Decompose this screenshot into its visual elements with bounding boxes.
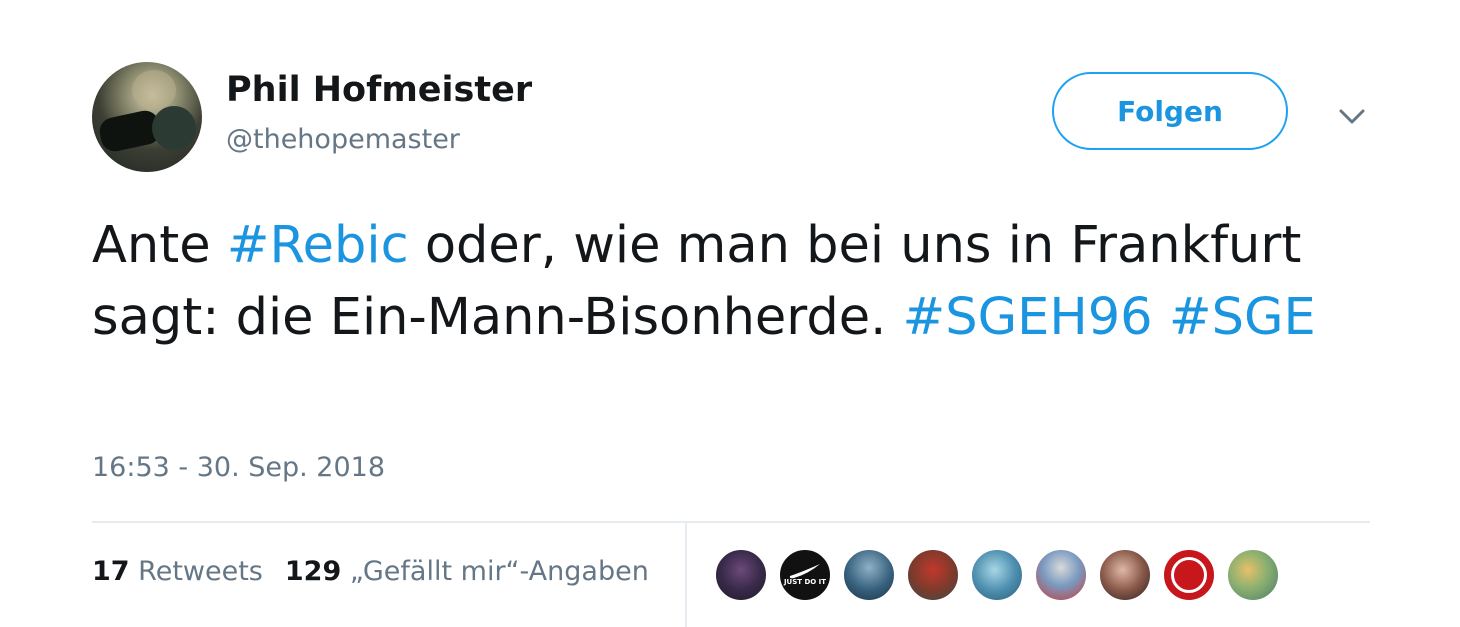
- nike-logo-text: JUST DO IT: [783, 578, 827, 586]
- hashtag-link[interactable]: #SGE: [1169, 288, 1316, 347]
- tweet-text-segment: Ante: [92, 216, 227, 275]
- liker-avatar[interactable]: JUST DO IT: [778, 548, 832, 602]
- author-display-name[interactable]: Phil Hofmeister: [226, 70, 532, 110]
- liker-avatar[interactable]: [1034, 548, 1088, 602]
- liker-avatar[interactable]: [906, 548, 960, 602]
- eagle-crest-icon: [1171, 557, 1207, 593]
- divider: [92, 521, 1370, 523]
- tweet-text-segment: [1153, 288, 1169, 347]
- nike-swoosh-icon: [789, 564, 820, 579]
- avatar-detail: [152, 106, 196, 150]
- avatar-detail: [132, 70, 176, 110]
- chevron-down-icon[interactable]: [1336, 102, 1368, 130]
- liker-avatar[interactable]: [842, 548, 896, 602]
- liker-avatar[interactable]: [970, 548, 1024, 602]
- follow-button[interactable]: Folgen: [1052, 72, 1288, 150]
- retweets-count: 17: [92, 556, 130, 587]
- tweet-timestamp[interactable]: 16:53 - 30. Sep. 2018: [92, 452, 385, 483]
- likes-label: „Gefällt mir“-Angaben: [349, 556, 649, 587]
- hashtag-link[interactable]: #Rebic: [227, 216, 409, 275]
- liker-avatar[interactable]: [1098, 548, 1152, 602]
- hashtag-link[interactable]: #SGEH96: [903, 288, 1153, 347]
- likes-count: 129: [284, 556, 342, 587]
- liker-avatar[interactable]: [1162, 548, 1216, 602]
- tweet-text: Ante #Rebic oder, wie man bei uns in Fra…: [92, 210, 1332, 354]
- author-handle[interactable]: @thehopemaster: [226, 124, 460, 155]
- likes-stat[interactable]: 129 „Gefällt mir“-Angaben: [285, 556, 649, 587]
- liker-avatar[interactable]: [1226, 548, 1280, 602]
- retweets-stat[interactable]: 17 Retweets: [92, 556, 263, 587]
- liker-avatars: JUST DO IT: [714, 548, 1290, 602]
- retweets-label: Retweets: [138, 556, 263, 587]
- vertical-divider: [685, 523, 687, 627]
- liker-avatar[interactable]: [714, 548, 768, 602]
- tweet-stats: 17 Retweets 129 „Gefällt mir“-Angaben: [92, 556, 649, 587]
- author-avatar[interactable]: [92, 62, 202, 172]
